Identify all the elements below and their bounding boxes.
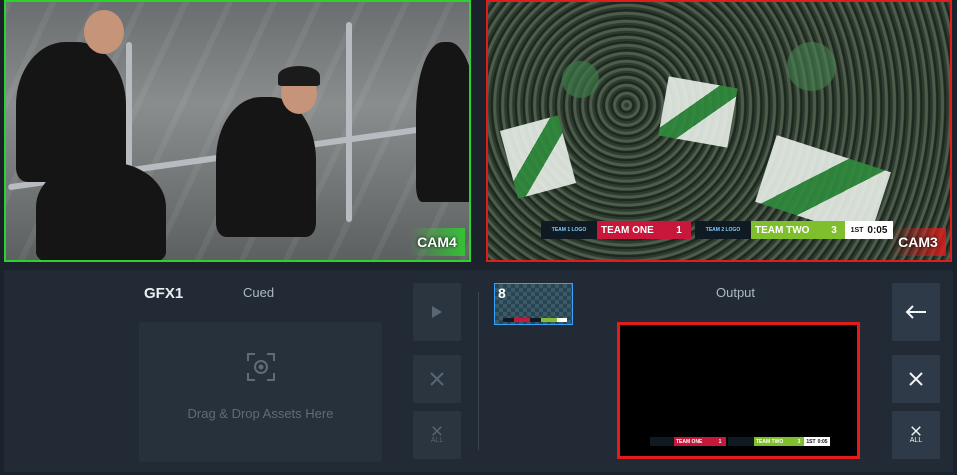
- clear-all-output-button[interactable]: ALL: [892, 411, 940, 459]
- fan-figure: [36, 162, 166, 260]
- thumb-bug-logo: [529, 318, 542, 322]
- camera-label: CAM3: [890, 228, 946, 256]
- scorebug: TEAM 1 LOGO TEAM ONE 1 TEAM 2 LOGO TEAM …: [541, 221, 893, 239]
- team1-score: 1: [667, 221, 691, 239]
- asset-number: 8: [498, 285, 506, 301]
- close-icon: [909, 372, 923, 386]
- clear-output-button[interactable]: [892, 355, 940, 403]
- team2-logo: TEAM 2 LOGO: [695, 221, 751, 239]
- clear-all-cued-button[interactable]: ALL: [413, 411, 461, 459]
- period: 1ST: [850, 226, 864, 234]
- arrow-left-icon: [905, 305, 926, 319]
- output-preview: TEAM ONE 1 TEAM TWO 3 1ST 0:05: [617, 322, 860, 459]
- asset-thumbnail[interactable]: 8: [494, 283, 573, 325]
- thumbnail-scorebug: [503, 318, 568, 322]
- team1-logo-text: TEAM 1 LOGO: [551, 226, 587, 233]
- mini-team2-name: TEAM TWO: [754, 437, 794, 446]
- asset-drop-zone[interactable]: Drag & Drop Assets Here: [139, 322, 382, 462]
- play-button[interactable]: [413, 283, 461, 341]
- close-icon: [911, 426, 921, 436]
- mini-clock-time: 0:05: [817, 438, 828, 445]
- team2-score: 3: [823, 221, 845, 239]
- fan-cap: [278, 66, 320, 86]
- mini-team1-logo: [650, 437, 674, 446]
- fan-figure: [16, 42, 126, 182]
- panel-divider: [478, 292, 479, 450]
- thumb-bug-team2: [541, 318, 557, 322]
- camera-label: CAM4: [409, 228, 465, 256]
- mini-team1-score: 1: [714, 437, 726, 446]
- close-icon: [430, 372, 444, 386]
- gfx-channel-title: GFX1: [144, 285, 184, 302]
- team2-name: TEAM TWO: [751, 221, 823, 239]
- mini-clock: 1ST 0:05: [804, 437, 830, 446]
- team2-logo-text: TEAM 2 LOGO: [705, 226, 741, 233]
- mini-team2-score: 3: [794, 437, 804, 446]
- fan-flag: [499, 115, 577, 199]
- fan-figure: [416, 42, 469, 202]
- close-icon: [432, 426, 442, 436]
- team1-logo: TEAM 1 LOGO: [541, 221, 597, 239]
- clock-time: 0:05: [867, 224, 888, 236]
- railing-post: [346, 22, 352, 222]
- output-label: Output: [716, 285, 756, 300]
- cued-label: Cued: [243, 285, 275, 300]
- thumb-bug-clock: [556, 318, 568, 322]
- drop-zone-text: Drag & Drop Assets Here: [187, 406, 334, 421]
- camera-preview-cam3[interactable]: TEAM 1 LOGO TEAM ONE 1 TEAM 2 LOGO TEAM …: [486, 0, 952, 262]
- camera-preview-cam4[interactable]: CAM4: [4, 0, 471, 262]
- fan-flag: [658, 76, 738, 148]
- mini-period: 1ST: [806, 438, 816, 445]
- clear-cued-button[interactable]: [413, 355, 461, 403]
- fan-figure: [216, 97, 316, 237]
- mini-team2-logo: [728, 437, 754, 446]
- output-scorebug: TEAM ONE 1 TEAM TWO 3 1ST 0:05: [650, 437, 830, 446]
- thumb-bug-team1: [514, 318, 530, 322]
- mini-team1-name: TEAM ONE: [674, 437, 714, 446]
- fan-head: [84, 10, 124, 54]
- game-clock: 1ST 0:05: [845, 221, 893, 239]
- all-label: ALL: [909, 437, 923, 444]
- team1-name: TEAM ONE: [597, 221, 667, 239]
- focus-target-icon: [246, 353, 275, 381]
- take-to-output-button[interactable]: [892, 283, 940, 341]
- all-label: ALL: [430, 437, 444, 444]
- thumb-bug-logo: [503, 318, 515, 322]
- play-icon: [432, 306, 442, 318]
